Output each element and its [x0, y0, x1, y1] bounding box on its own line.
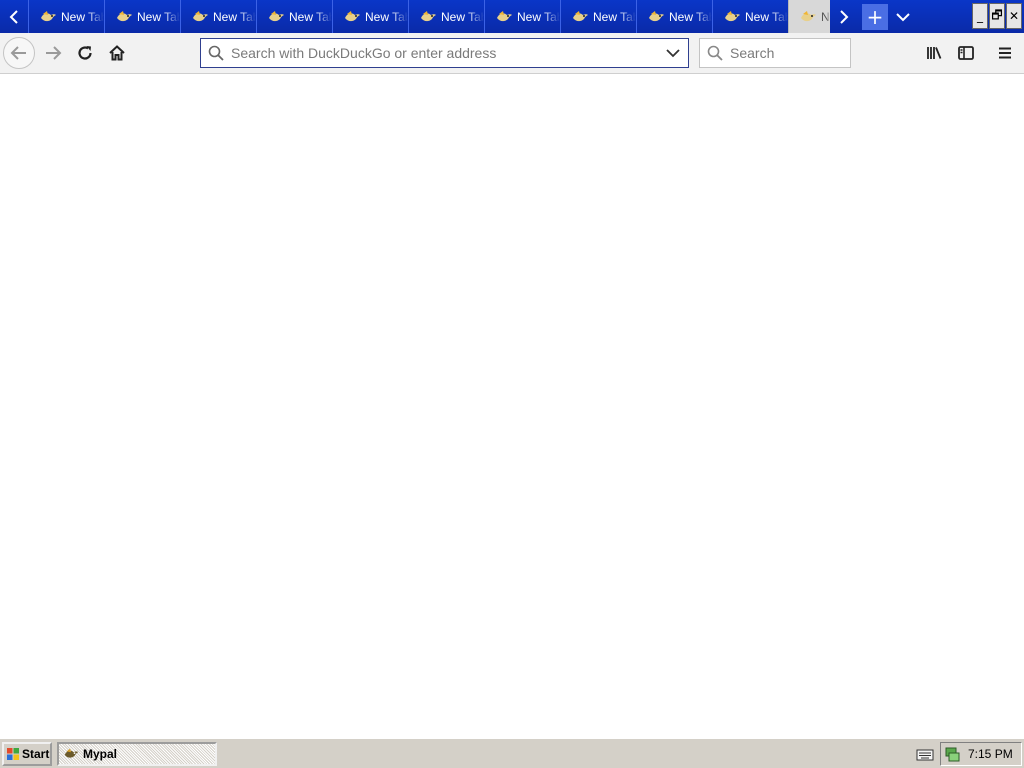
mypal-bird-icon — [801, 10, 816, 21]
library-button[interactable] — [918, 37, 950, 69]
home-button[interactable] — [101, 37, 133, 69]
tab[interactable]: New Tab — [636, 0, 712, 33]
taskbar-item-mypal[interactable]: Mypal — [57, 742, 217, 766]
tab-label: New Tab — [289, 9, 332, 24]
arrow-right-icon — [46, 46, 62, 60]
mypal-bird-icon — [421, 10, 436, 21]
search-icon — [201, 45, 231, 61]
search-icon — [700, 45, 730, 61]
mypal-bird-icon — [497, 10, 512, 21]
list-all-tabs-button[interactable] — [888, 0, 918, 33]
window-controls: _ 🗗 ✕ — [972, 3, 1022, 29]
chevron-right-icon — [840, 9, 849, 24]
taskbar: Start Mypal 7:15 PM — [0, 738, 1024, 768]
tab[interactable]: New Tab — [408, 0, 484, 33]
search-bar[interactable] — [699, 38, 851, 68]
tab-label: New Tab — [745, 9, 788, 24]
library-icon — [927, 47, 942, 59]
tab-label: New Tab — [365, 9, 408, 24]
forward-button[interactable] — [37, 37, 69, 69]
mypal-bird-icon — [725, 10, 740, 21]
tab-label: New Tab — [61, 9, 104, 24]
tab-list: New Tab New Tab New Tab New Tab New Tab New T… — [28, 0, 830, 33]
back-button[interactable] — [3, 37, 35, 69]
nav-toolbar — [0, 33, 1024, 74]
search-input[interactable] — [730, 45, 850, 61]
mypal-bird-icon — [193, 10, 208, 21]
home-icon — [109, 45, 125, 61]
page-content[interactable] — [0, 75, 1024, 738]
arrow-left-icon — [10, 46, 26, 60]
tabs-scroll-left-button[interactable] — [0, 0, 28, 33]
tab-label: New Tab — [441, 9, 484, 24]
tab-label: New Tab — [821, 9, 830, 24]
tab-label: New Tab — [137, 9, 180, 24]
tab-active[interactable]: New Tab — [788, 0, 830, 33]
tab[interactable]: New Tab — [256, 0, 332, 33]
taskbar-item-label: Mypal — [83, 747, 118, 761]
tab[interactable]: New Tab — [28, 0, 104, 33]
tabs-scroll-right-button[interactable] — [830, 0, 858, 33]
tab-strip: New Tab New Tab New Tab New Tab New Tab New T… — [0, 0, 1024, 33]
main-menu-button[interactable] — [989, 37, 1021, 69]
close-button[interactable]: ✕ — [1006, 3, 1022, 29]
tab[interactable]: New Tab — [560, 0, 636, 33]
reload-button[interactable] — [69, 37, 101, 69]
chevron-down-icon — [666, 49, 680, 58]
mypal-bird-icon — [41, 10, 56, 21]
sidebar-button[interactable] — [950, 37, 982, 69]
address-input[interactable] — [231, 45, 658, 61]
chevron-down-icon — [896, 12, 910, 21]
mypal-bird-icon — [64, 748, 79, 758]
tab-label: New Tab — [593, 9, 636, 24]
windows-logo-icon — [7, 748, 19, 760]
tab[interactable]: New Tab — [484, 0, 560, 33]
clock[interactable]: 7:15 PM — [968, 747, 1013, 761]
tab[interactable]: New Tab — [712, 0, 788, 33]
tab[interactable]: New Tab — [332, 0, 408, 33]
mypal-bird-icon — [649, 10, 664, 21]
chevron-left-icon — [9, 9, 18, 24]
reload-icon — [78, 46, 92, 60]
new-tab-button[interactable]: + — [862, 3, 888, 30]
tab[interactable]: New Tab — [180, 0, 256, 33]
mypal-bird-icon — [345, 10, 360, 21]
mypal-bird-icon — [573, 10, 588, 21]
url-dropdown-button[interactable] — [658, 48, 688, 58]
start-button[interactable]: Start — [2, 742, 52, 766]
tab-label: New Tab — [669, 9, 712, 24]
hamburger-menu-icon — [999, 47, 1011, 59]
minimize-button[interactable]: _ — [972, 3, 988, 29]
restore-button[interactable]: 🗗 — [989, 3, 1005, 29]
mypal-bird-icon — [269, 10, 284, 21]
network-icon[interactable] — [944, 746, 960, 762]
mypal-bird-icon — [117, 10, 132, 21]
tab-label: New Tab — [213, 9, 256, 24]
start-label: Start — [22, 747, 50, 761]
keyboard-icon[interactable] — [916, 746, 934, 762]
address-bar[interactable] — [200, 38, 689, 68]
tab[interactable]: New Tab — [104, 0, 180, 33]
sidebar-icon — [958, 46, 974, 60]
tab-label: New Tab — [517, 9, 560, 24]
system-tray: 7:15 PM — [940, 742, 1022, 766]
